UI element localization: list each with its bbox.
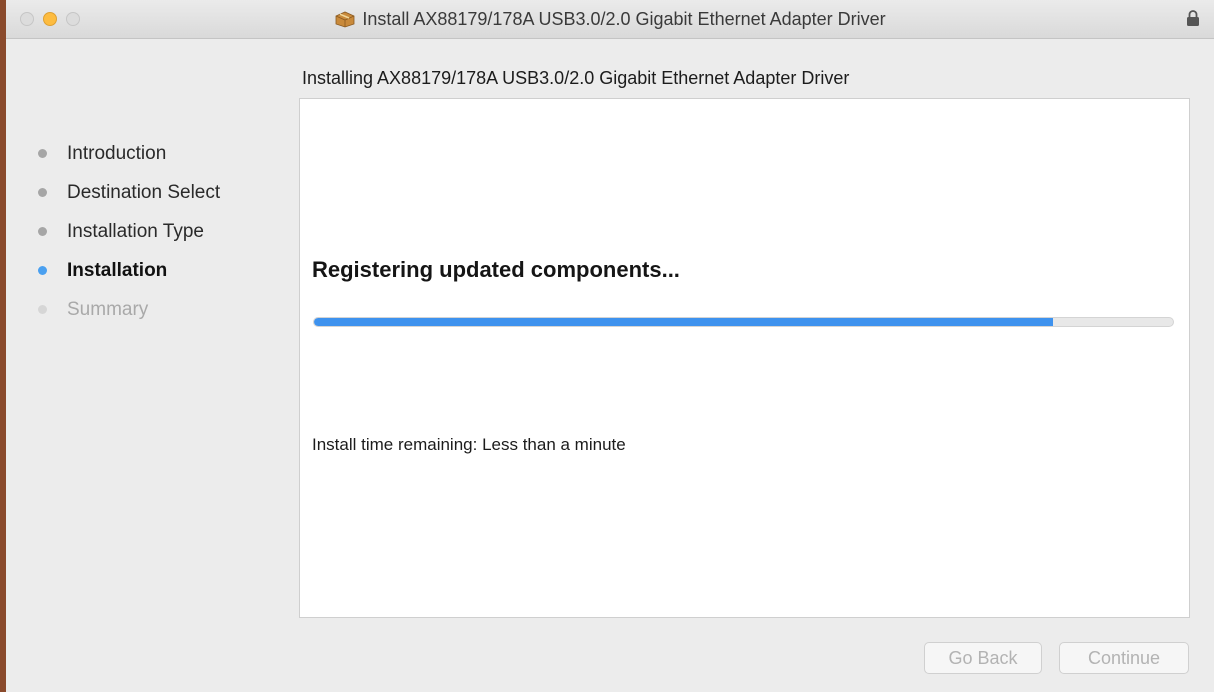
step-installation: Installation <box>36 251 220 290</box>
step-label: Installation Type <box>67 220 204 242</box>
installer-subtitle: Installing AX88179/178A USB3.0/2.0 Gigab… <box>302 68 850 88</box>
step-dot-icon <box>38 149 47 158</box>
step-dot-icon <box>38 266 47 275</box>
window-title: Install AX88179/178A USB3.0/2.0 Gigabit … <box>362 8 886 29</box>
step-introduction: Introduction <box>36 134 220 173</box>
step-installation-type: Installation Type <box>36 212 220 251</box>
package-icon <box>335 11 355 28</box>
time-remaining: Install time remaining: Less than a minu… <box>312 435 626 454</box>
step-label: Summary <box>67 298 149 320</box>
window-title-group: Install AX88179/178A USB3.0/2.0 Gigabit … <box>6 0 1214 38</box>
title-bar: Install AX88179/178A USB3.0/2.0 Gigabit … <box>6 0 1214 39</box>
step-dot-icon <box>38 188 47 197</box>
step-destination-select: Destination Select <box>36 173 220 212</box>
continue-button[interactable]: Continue <box>1059 642 1189 674</box>
step-label: Introduction <box>67 142 167 164</box>
status-message: Registering updated components... <box>312 257 680 282</box>
step-label: Destination Select <box>67 181 221 203</box>
progress-bar <box>313 317 1174 327</box>
content-panel: Registering updated components... Instal… <box>299 98 1190 618</box>
progress-fill <box>314 318 1053 326</box>
step-dot-icon <box>38 305 47 314</box>
go-back-button[interactable]: Go Back <box>924 642 1042 674</box>
step-dot-icon <box>38 227 47 236</box>
steps-sidebar: Introduction Destination Select Installa… <box>36 134 220 329</box>
lock-icon <box>1187 10 1199 26</box>
installer-window: Install AX88179/178A USB3.0/2.0 Gigabit … <box>0 0 1214 692</box>
step-summary: Summary <box>36 290 220 329</box>
step-label: Installation <box>67 259 168 281</box>
